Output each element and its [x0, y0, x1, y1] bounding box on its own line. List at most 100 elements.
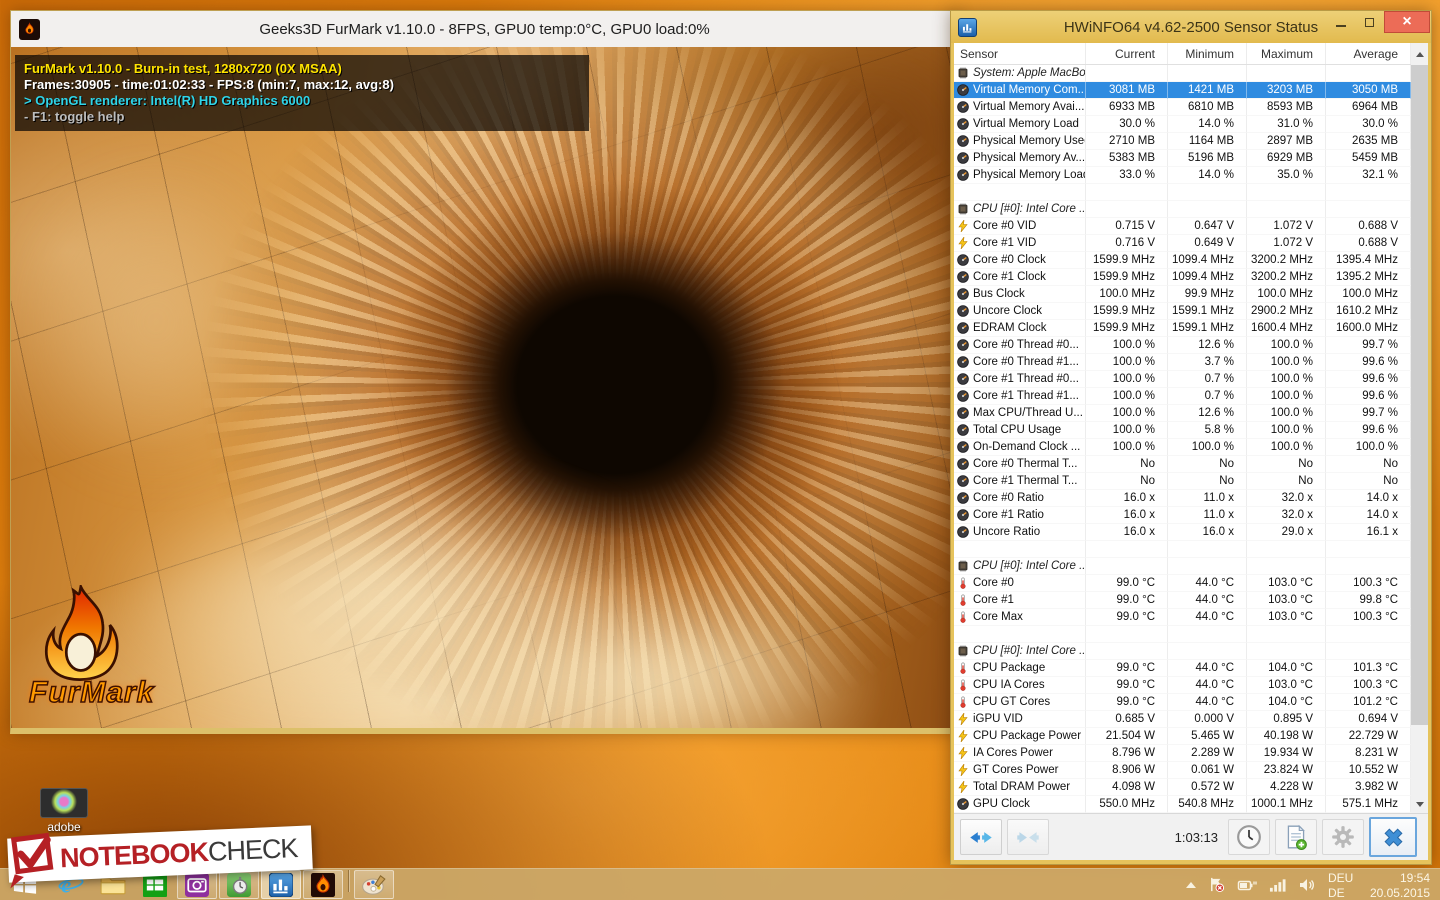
column-header-minimum[interactable]: Minimum: [1168, 43, 1247, 64]
tray-language: DEU: [1328, 870, 1354, 885]
furmark-titlebar[interactable]: Geeks3D FurMark v1.10.0 - 8FPS, GPU0 tem…: [11, 11, 958, 47]
sensor-row[interactable]: Core #1 Ratio 16.0 x 11.0 x 32.0 x 14.0 x: [954, 507, 1411, 524]
sensor-row[interactable]: Core #0 Thread #1... 100.0 % 3.7 % 100.0 % 9…: [954, 354, 1411, 371]
sensor-row[interactable]: Core #0 99.0 °C 44.0 °C 103.0 °C 100.3 °C: [954, 575, 1411, 592]
sensor-row[interactable]: GPU Clock 550.0 MHz 540.8 MHz 1000.1 MHz 575…: [954, 796, 1411, 813]
sensor-row[interactable]: Physical Memory Used 2710 MB 1164 MB 2897 M…: [954, 133, 1411, 150]
sensor-row[interactable]: iGPU VID 0.685 V 0.000 V 0.895 V 0.694 V: [954, 711, 1411, 728]
vertical-scrollbar[interactable]: [1411, 43, 1428, 813]
column-header-current[interactable]: Current: [1086, 43, 1168, 64]
sensor-row[interactable]: CPU GT Cores 99.0 °C 44.0 °C 104.0 °C 101.2 …: [954, 694, 1411, 711]
thermo-icon: [957, 696, 969, 708]
furmark-flame-icon: [44, 582, 119, 681]
scroll-up-button[interactable]: [1411, 43, 1428, 65]
sensor-value: 0.061 W: [1168, 762, 1247, 779]
taskbar-item-stopwatch-benchmark[interactable]: [219, 870, 259, 899]
sensor-row[interactable]: Physical Memory Load 33.0 % 14.0 % 35.0 % 32…: [954, 167, 1411, 184]
sensor-row[interactable]: Virtual Memory Load 30.0 % 14.0 % 31.0 % 30.…: [954, 116, 1411, 133]
column-header-average[interactable]: Average: [1326, 43, 1411, 64]
reset-clock-button[interactable]: [1228, 819, 1270, 855]
scrollbar-thumb[interactable]: [1411, 65, 1428, 725]
gauge-icon: [957, 101, 969, 113]
sensor-row[interactable]: Core #1 99.0 °C 44.0 °C 103.0 °C 99.8 °C: [954, 592, 1411, 609]
sensor-value: 0.000 V: [1168, 711, 1247, 728]
monitoring-timer: 1:03:13: [1174, 829, 1218, 845]
sensor-value: 540.8 MHz: [1168, 796, 1247, 813]
gauge-icon: [957, 407, 969, 419]
sensor-value: 5.465 W: [1168, 728, 1247, 745]
sensor-row[interactable]: Virtual Memory Avai... 6933 MB 6810 MB 8593…: [954, 99, 1411, 116]
tray-clock[interactable]: DEU 19:54 DE 20.05.2015: [1322, 869, 1440, 900]
settings-button[interactable]: [1322, 819, 1364, 855]
network-signal-icon[interactable]: [1269, 878, 1286, 892]
hwinfo-titlebar[interactable]: HWiNFO64 v4.62-2500 Sensor Status ×: [951, 11, 1431, 43]
sensor-row[interactable]: Core #0 VID 0.715 V 0.647 V 1.072 V 0.688 V: [954, 218, 1411, 235]
sensor-value: No: [1247, 473, 1326, 490]
maximize-icon: [1365, 17, 1374, 27]
sensor-row[interactable]: Core #0 Ratio 16.0 x 11.0 x 32.0 x 14.0 x: [954, 490, 1411, 507]
sensor-row[interactable]: Core #1 Thread #1... 100.0 % 0.7 % 100.0 % 9…: [954, 388, 1411, 405]
sensor-value: 40.198 W: [1247, 728, 1326, 745]
sensor-value: 8593 MB: [1247, 99, 1326, 116]
sensor-row[interactable]: Core #0 Thermal T... No No No No: [954, 456, 1411, 473]
sensor-row[interactable]: Max CPU/Thread U... 100.0 % 12.6 % 100.0 % 9…: [954, 405, 1411, 422]
sensor-section-header[interactable]: CPU [#0]: Intel Core ...: [954, 558, 1411, 575]
sensor-label: Physical Memory Load: [973, 169, 1086, 181]
sensor-label: Virtual Memory Avai...: [973, 101, 1085, 113]
sensor-row[interactable]: CPU Package Power 21.504 W 5.465 W 40.198 W…: [954, 728, 1411, 745]
sensor-row[interactable]: Core #1 VID 0.716 V 0.649 V 1.072 V 0.688 V: [954, 235, 1411, 252]
sensor-row[interactable]: CPU IA Cores 99.0 °C 44.0 °C 103.0 °C 100.3 …: [954, 677, 1411, 694]
thermo-icon: [957, 662, 969, 674]
sensor-row[interactable]: Bus Clock 100.0 MHz 99.9 MHz 100.0 MHz 100.0…: [954, 286, 1411, 303]
minimize-icon: [1335, 25, 1346, 27]
column-header-maximum[interactable]: Maximum: [1247, 43, 1326, 64]
sensor-row[interactable]: Core #0 Clock 1599.9 MHz 1099.4 MHz 3200.2 …: [954, 252, 1411, 269]
sensor-section-header[interactable]: System: Apple MacBo...: [954, 65, 1411, 82]
desktop-icon-adobe[interactable]: adobe: [34, 788, 94, 834]
section-label: System: Apple MacBo...: [973, 67, 1086, 79]
sensor-row[interactable]: IA Cores Power 8.796 W 2.289 W 19.934 W 8.23…: [954, 745, 1411, 762]
sensor-row[interactable]: EDRAM Clock 1599.9 MHz 1599.1 MHz 1600.4 MH…: [954, 320, 1411, 337]
sensor-section-header[interactable]: CPU [#0]: Intel Core ...: [954, 643, 1411, 660]
sensor-row[interactable]: On-Demand Clock ... 100.0 % 100.0 % 100.0 %…: [954, 439, 1411, 456]
close-sensors-button[interactable]: [1369, 817, 1417, 857]
collapse-columns-button[interactable]: [1007, 819, 1049, 855]
taskbar-item-hwinfo[interactable]: [261, 870, 301, 899]
taskbar-item-paint[interactable]: [354, 870, 394, 899]
volume-speaker-icon[interactable]: [1298, 878, 1316, 892]
sensor-row[interactable]: Uncore Ratio 16.0 x 16.0 x 29.0 x 16.1 x: [954, 524, 1411, 541]
sensor-value: 99.6 %: [1326, 354, 1411, 371]
maximize-button[interactable]: [1355, 11, 1384, 33]
hwinfo-app-icon: [958, 17, 977, 37]
sensor-row[interactable]: GT Cores Power 8.906 W 0.061 W 23.824 W 10.5…: [954, 762, 1411, 779]
sensor-row[interactable]: Uncore Clock 1599.9 MHz 1599.1 MHz 2900.2 M…: [954, 303, 1411, 320]
sensor-label: GPU Clock: [973, 798, 1030, 810]
column-header-sensor[interactable]: Sensor: [954, 43, 1086, 64]
sensor-row[interactable]: Core #1 Clock 1599.9 MHz 1099.4 MHz 3200.2 …: [954, 269, 1411, 286]
sensor-row[interactable]: Total CPU Usage 100.0 % 5.8 % 100.0 % 99.6 %: [954, 422, 1411, 439]
sensor-section-header[interactable]: CPU [#0]: Intel Core ...: [954, 201, 1411, 218]
sensor-row[interactable]: Core #0 Thread #0... 100.0 % 12.6 % 100.0 %…: [954, 337, 1411, 354]
sensor-value: 4.098 W: [1086, 779, 1168, 796]
sensor-row[interactable]: Total DRAM Power 4.098 W 0.572 W 4.228 W 3.9…: [954, 779, 1411, 796]
action-center-flag-icon[interactable]: [1208, 876, 1225, 893]
sensor-value: 1600.0 MHz: [1326, 320, 1411, 337]
minimize-button[interactable]: [1326, 11, 1355, 33]
gauge-icon: [957, 288, 969, 300]
power-plug-icon[interactable]: [1237, 878, 1257, 892]
sensor-row[interactable]: Physical Memory Av... 5383 MB 5196 MB 6929 …: [954, 150, 1411, 167]
sensor-row[interactable]: CPU Package 99.0 °C 44.0 °C 104.0 °C 101.3 °…: [954, 660, 1411, 677]
sensor-row[interactable]: Core #1 Thermal T... No No No No: [954, 473, 1411, 490]
taskbar-item-furmark[interactable]: [303, 870, 343, 899]
close-button[interactable]: ×: [1384, 11, 1430, 33]
logging-report-button[interactable]: [1275, 819, 1317, 855]
sensor-value: 99.0 °C: [1086, 575, 1168, 592]
show-hidden-icons-button[interactable]: [1186, 881, 1196, 888]
expand-columns-button[interactable]: [960, 819, 1002, 855]
sensor-row[interactable]: Core Max 99.0 °C 44.0 °C 103.0 °C 100.3 °C: [954, 609, 1411, 626]
sensor-row[interactable]: Core #1 Thread #0... 100.0 % 0.7 % 100.0 % 9…: [954, 371, 1411, 388]
spacer-row: [954, 184, 1411, 201]
scroll-down-button[interactable]: [1411, 796, 1428, 813]
sensor-row[interactable]: Virtual Memory Com... 3081 MB 1421 MB 3203 …: [954, 82, 1411, 99]
sensor-value: 0.685 V: [1086, 711, 1168, 728]
